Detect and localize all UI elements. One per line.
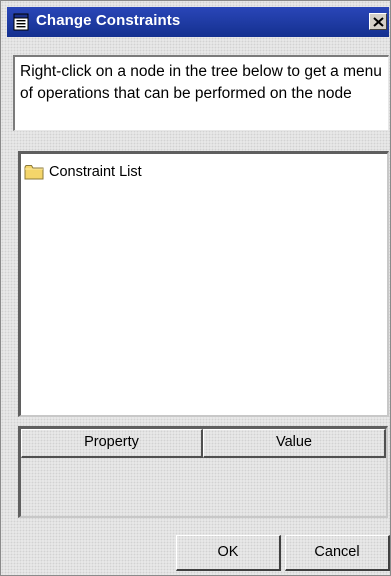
value-column-header[interactable]: Value <box>203 429 386 458</box>
ok-button[interactable]: OK <box>176 535 281 571</box>
instructions-text: Right-click on a node in the tree below … <box>13 55 389 131</box>
close-button[interactable] <box>369 13 387 30</box>
title-bar[interactable]: Change Constraints <box>7 7 389 37</box>
tree-node-constraint-list[interactable]: Constraint List <box>24 162 142 182</box>
tree-node-label: Constraint List <box>49 164 142 180</box>
cancel-button[interactable]: Cancel <box>285 535 390 571</box>
property-table[interactable]: Property Value <box>18 426 388 518</box>
close-icon <box>373 17 384 27</box>
window-title: Change Constraints <box>36 12 181 29</box>
folder-icon <box>24 164 44 180</box>
constraint-tree[interactable]: Constraint List <box>18 151 389 417</box>
app-icon <box>13 13 29 31</box>
change-constraints-dialog: Change Constraints Right-click on a node… <box>0 0 391 576</box>
property-column-header[interactable]: Property <box>21 429 203 458</box>
